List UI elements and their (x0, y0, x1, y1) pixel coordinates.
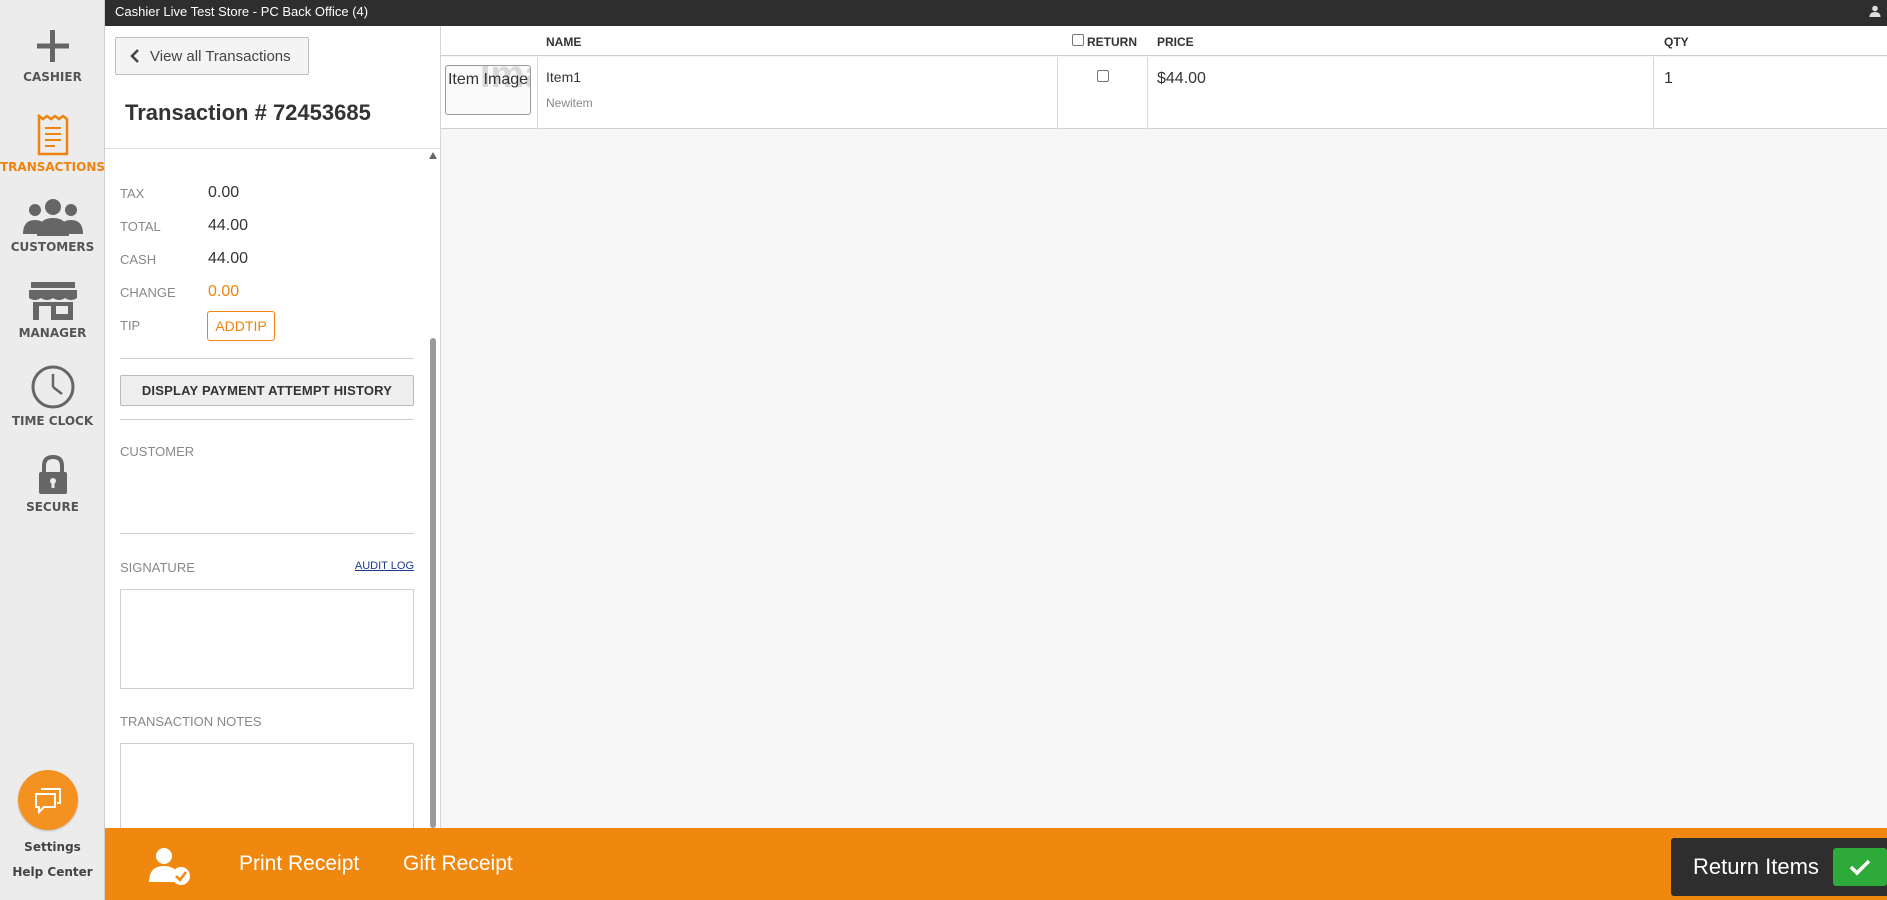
column-header-qty: QTY (1664, 35, 1689, 49)
clock-icon (31, 365, 74, 409)
plus-icon (36, 30, 69, 62)
transaction-notes-label: TRANSACTION NOTES (120, 714, 262, 729)
print-receipt-button[interactable]: Print Receipt (239, 852, 359, 876)
window-title: Cashier Live Test Store - PC Back Office… (115, 4, 369, 19)
left-nav: CASHIER TRANSACTIONS CUSTOMERS MANAGER T… (0, 0, 105, 900)
column-divider (537, 57, 538, 129)
gift-receipt-button[interactable]: Gift Receipt (403, 852, 513, 876)
return-all-checkbox[interactable] (1072, 34, 1084, 46)
lock-icon (38, 454, 67, 494)
signature-box[interactable] (120, 589, 414, 689)
scroll-up-arrow-icon[interactable] (429, 152, 437, 159)
nav-cashier-label: CASHIER (23, 70, 82, 84)
tip-label: TIP (120, 318, 141, 333)
nav-secure[interactable]: SECURE (0, 454, 105, 514)
divider (120, 533, 414, 534)
nav-time-clock-label: TIME CLOCK (11, 414, 94, 428)
transaction-detail-panel: View all Transactions Transaction # 7245… (105, 26, 441, 828)
column-header-return: RETURN (1087, 35, 1137, 49)
column-divider (1147, 57, 1148, 129)
items-table-area: NAME RETURN PRICE QTY Ima Item Image Ite… (441, 26, 1887, 828)
table-row[interactable]: Ima Item Image Item1 Newitem $44.00 1 (441, 57, 1887, 129)
total-value: 44.00 (208, 217, 249, 234)
people-icon (22, 199, 83, 236)
transaction-title: Transaction # 72453685 (125, 100, 371, 125)
cash-value: 44.00 (208, 250, 249, 267)
customer-label: CUSTOMER (120, 444, 195, 459)
scroll-thumb[interactable] (430, 338, 436, 828)
store-icon (28, 282, 77, 320)
chevron-left-icon (130, 49, 139, 63)
user-icon[interactable] (1869, 5, 1881, 17)
receipt-icon (37, 114, 68, 156)
help-chat-button[interactable] (18, 770, 78, 830)
audit-log-link[interactable]: AUDIT LOG (355, 560, 414, 572)
divider (120, 358, 414, 359)
item-qty[interactable]: 1 (1664, 70, 1673, 88)
nav-transactions[interactable]: TRANSACTIONS (0, 114, 105, 174)
chat-icon (35, 788, 61, 814)
total-label: TOTAL (120, 219, 161, 234)
column-header-price: PRICE (1157, 35, 1194, 49)
change-label: CHANGE (120, 285, 176, 300)
signature-label: SIGNATURE (120, 560, 195, 575)
payment-attempt-history-button[interactable]: DISPLAY PAYMENT ATTEMPT HISTORY (120, 375, 414, 406)
change-value: 0.00 (208, 283, 240, 300)
item-image-alt: Item Image (447, 71, 529, 88)
title-bar: Cashier Live Test Store - PC Back Office… (105, 0, 1887, 26)
nav-time-clock[interactable]: TIME CLOCK (0, 364, 105, 428)
tax-label: TAX (120, 186, 145, 201)
return-item-checkbox[interactable] (1097, 70, 1109, 82)
bottom-action-bar: Print Receipt Gift Receipt Return Items (105, 828, 1887, 900)
add-tip-button[interactable]: ADDTIP (207, 311, 275, 341)
item-name: Item1 (546, 69, 582, 85)
nav-secure-label: SECURE (26, 500, 79, 514)
user-check-icon[interactable] (147, 846, 193, 886)
column-divider (1057, 57, 1058, 129)
check-icon (1849, 859, 1871, 876)
view-all-transactions-button[interactable]: View all Transactions (115, 37, 309, 75)
tax-value: 0.00 (208, 184, 240, 201)
back-button-label: View all Transactions (150, 47, 291, 65)
item-price: $44.00 (1157, 70, 1206, 87)
item-image: Ima Item Image (445, 65, 531, 115)
item-subtitle: Newitem (546, 96, 593, 110)
nav-help-center[interactable]: Help Center (0, 865, 105, 879)
nav-settings[interactable]: Settings (0, 840, 105, 854)
column-header-name: NAME (546, 35, 582, 49)
nav-transactions-label: TRANSACTIONS (0, 160, 106, 174)
transaction-scroll-area[interactable]: TAX 0.00 TOTAL 44.00 CASH 44.00 CHANGE 0… (105, 149, 441, 828)
cash-label: CASH (120, 252, 157, 267)
nav-customers-label: CUSTOMERS (10, 240, 95, 254)
nav-manager[interactable]: MANAGER (0, 280, 105, 340)
panel-scrollbar[interactable] (429, 152, 437, 828)
return-confirm-button[interactable] (1833, 848, 1887, 886)
nav-customers[interactable]: CUSTOMERS (0, 198, 105, 254)
return-items-label: Return Items (1693, 854, 1819, 879)
divider (120, 419, 414, 420)
table-header: NAME RETURN PRICE QTY (441, 26, 1887, 56)
nav-manager-label: MANAGER (18, 326, 87, 340)
transaction-notes-input[interactable] (120, 743, 414, 828)
nav-cashier[interactable]: CASHIER (0, 26, 105, 84)
column-divider (1653, 57, 1654, 129)
